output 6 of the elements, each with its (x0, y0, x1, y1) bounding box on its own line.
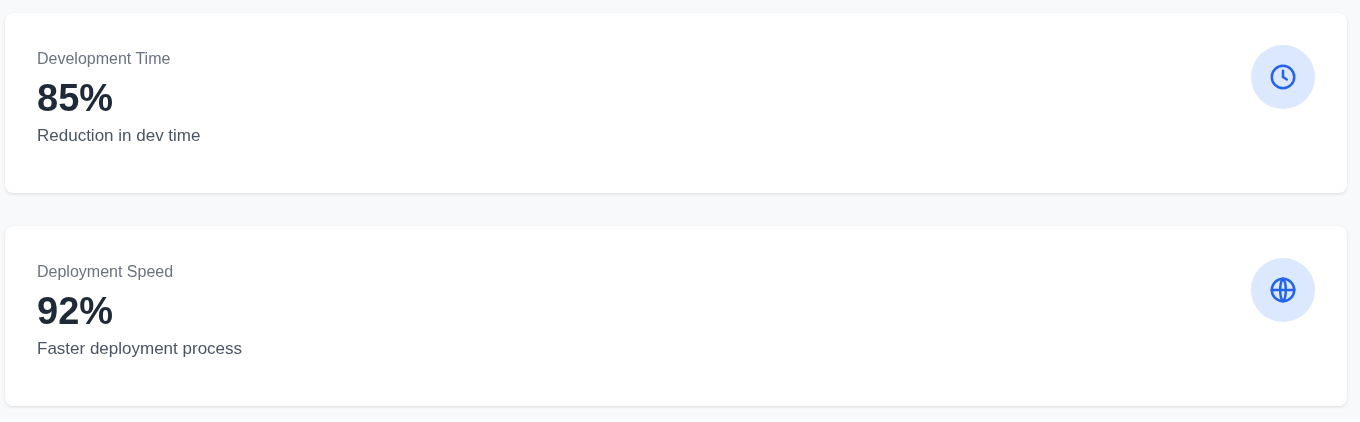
stat-label: Deployment Speed (37, 262, 175, 282)
stat-value: 92% (37, 289, 115, 334)
stat-description: Reduction in dev time (37, 125, 201, 147)
stat-label: Development Time (37, 49, 172, 69)
stat-description: Faster deployment process (37, 338, 243, 360)
stat-value: 85% (37, 76, 115, 121)
